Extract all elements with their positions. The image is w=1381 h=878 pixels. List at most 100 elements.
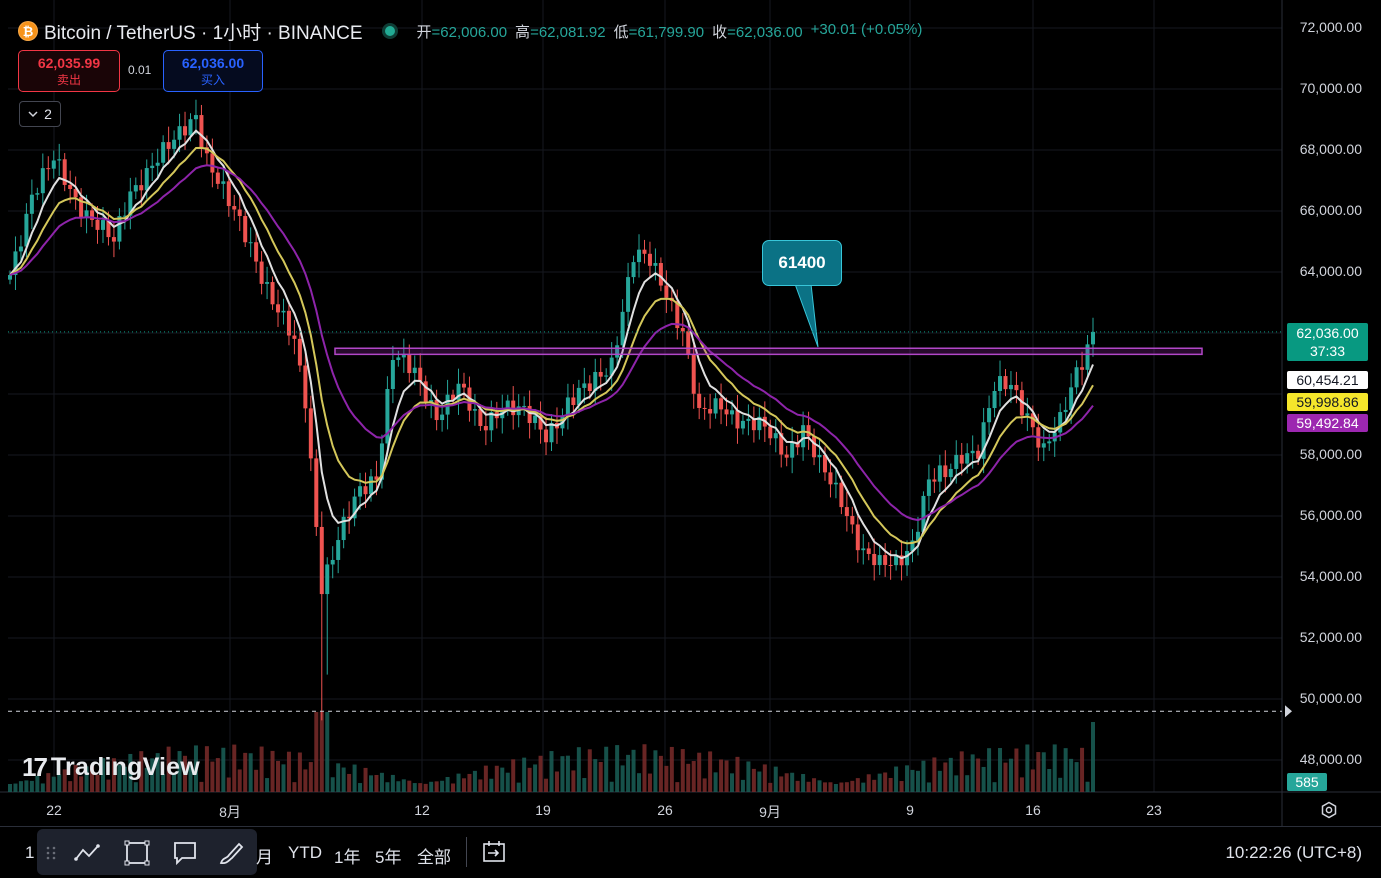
candle-body: [35, 193, 40, 195]
candle-body: [183, 126, 188, 136]
price-chart[interactable]: [0, 0, 1381, 877]
candle-body: [604, 375, 609, 377]
candle-body: [937, 465, 942, 482]
volume-bar: [828, 782, 833, 792]
volume-bar: [369, 775, 373, 792]
volume-bar: [981, 766, 986, 792]
volume-bar: [478, 779, 483, 792]
candle-body: [620, 311, 625, 346]
candle-body: [68, 184, 73, 190]
ohlc-values: 开=62,006.00 高=62,081.92 低=61,799.90 收=62…: [417, 21, 923, 42]
candle-body: [948, 468, 953, 478]
drag-handle-icon[interactable]: [45, 839, 57, 867]
candle-body: [713, 398, 718, 414]
volume-bar: [839, 782, 844, 792]
candle-body: [8, 275, 12, 280]
candle-body: [1025, 413, 1030, 416]
bar-countdown: 37:33: [1309, 343, 1346, 359]
candle-body: [188, 119, 193, 136]
volume-bar: [576, 747, 581, 792]
candle-body: [95, 219, 100, 230]
candle-body: [571, 397, 576, 406]
volume-bar: [730, 773, 734, 792]
candle-body: [325, 564, 330, 595]
candle-body: [243, 216, 248, 243]
volume-bar: [992, 782, 997, 792]
indicator-toggle-button[interactable]: 2: [19, 101, 61, 127]
candle-body: [833, 482, 838, 485]
price-callout[interactable]: 61400: [762, 240, 842, 286]
candle-body: [390, 360, 395, 390]
volume-bar: [319, 712, 324, 792]
brush-icon[interactable]: [217, 839, 245, 867]
volume-bar: [358, 783, 363, 792]
candle-body: [1091, 331, 1095, 345]
candle-body: [533, 415, 538, 424]
chart-overlays: [8, 283, 1292, 718]
candle-body: [680, 328, 685, 332]
change-value: +30.01 (+0.05%): [810, 20, 923, 38]
callout-icon[interactable]: [171, 839, 199, 867]
candle-body: [850, 516, 855, 525]
time-axis-label: 22: [46, 802, 62, 818]
date-range-icon[interactable]: [481, 839, 507, 865]
trend-line-icon[interactable]: [73, 839, 101, 867]
range-ytd[interactable]: YTD: [288, 843, 322, 863]
candle-body: [598, 371, 603, 377]
volume-bar: [970, 754, 975, 792]
volume-bar: [527, 767, 532, 792]
volume-bar: [352, 764, 357, 792]
candle-body: [631, 262, 636, 278]
volume-bar: [215, 758, 220, 792]
gear-icon[interactable]: [1320, 801, 1338, 819]
clock[interactable]: 10:22:26 (UTC+8): [1225, 843, 1362, 863]
symbol-title[interactable]: Bitcoin / TetherUS · 1小时 · BINANCE: [44, 18, 363, 45]
range-all[interactable]: 全部: [417, 843, 451, 868]
range-5y[interactable]: 5年: [375, 843, 401, 868]
time-axis-label: 19: [535, 802, 551, 818]
volume-bar: [286, 751, 291, 792]
volume-bar: [243, 752, 248, 792]
buy-button[interactable]: 62,036.00 买入: [163, 50, 263, 92]
rectangle-icon[interactable]: [123, 839, 151, 867]
candle-body: [549, 422, 554, 443]
tradingview-logo-icon: 17: [22, 752, 48, 782]
volume-bar: [385, 782, 390, 792]
volume-bar: [489, 778, 494, 792]
high-value: =62,081.92: [530, 23, 606, 41]
volume-bar: [379, 772, 384, 792]
candle-body: [199, 115, 204, 148]
volume-bar: [719, 759, 724, 792]
volume-bar: [330, 777, 335, 792]
range-1y[interactable]: 1年: [334, 843, 360, 868]
candle-body: [768, 426, 773, 439]
candle-body: [369, 476, 373, 495]
candle-body: [161, 142, 166, 163]
volume-bar: [790, 772, 795, 792]
volume-bar: [817, 780, 822, 792]
volume-bar: [451, 783, 456, 792]
candle-body: [751, 418, 756, 431]
range-1[interactable]: 1: [25, 843, 34, 863]
candle-body: [708, 409, 713, 414]
volume-bar: [434, 781, 439, 792]
candle-body: [276, 304, 281, 313]
bottom-toolbar: 1 月 YTD 1年 5年 全部 10:22:26 (UTC+8): [0, 826, 1381, 878]
bitcoin-logo-icon: ₿: [18, 21, 38, 41]
sell-button[interactable]: 62,035.99 卖出: [18, 50, 120, 92]
volume-bar: [894, 766, 899, 792]
time-axis-label: 23: [1146, 802, 1162, 818]
candle-body: [998, 376, 1003, 392]
candle-body: [308, 408, 313, 459]
volume-bar: [347, 773, 352, 792]
candle-body: [784, 454, 789, 458]
volume-bar: [1074, 762, 1079, 792]
watermark-text: TradingView: [50, 753, 200, 781]
candle-body: [472, 409, 477, 411]
volume-bar: [740, 779, 745, 792]
price-axis-label: 70,000.00: [1299, 80, 1362, 96]
volume-bar: [604, 746, 609, 792]
low-key: 低: [613, 23, 629, 41]
volume-bar: [1003, 762, 1008, 792]
range-month[interactable]: 月: [256, 843, 273, 868]
